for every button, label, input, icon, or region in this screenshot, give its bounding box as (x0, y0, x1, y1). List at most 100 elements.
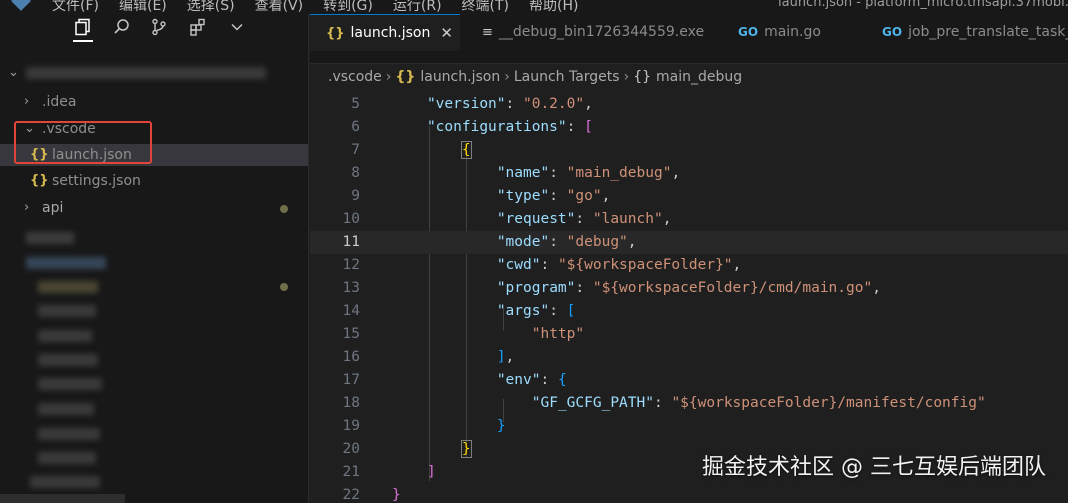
code-line[interactable]: 15 "http" (310, 323, 1068, 346)
code-text: } (460, 440, 472, 458)
modified-dot-icon (280, 205, 288, 213)
line-number: 8 (351, 165, 360, 181)
line-number: 7 (351, 142, 360, 158)
line-number: 15 (342, 326, 360, 342)
line-number: 13 (342, 280, 360, 296)
go-file-icon: GO (882, 25, 903, 39)
tab-main-go[interactable]: GO main.go (722, 14, 862, 50)
line-number: 5 (351, 96, 360, 112)
tree-item-settings-json[interactable]: {} settings.json (0, 170, 308, 192)
redacted-tree-item (38, 305, 96, 317)
code-text: "program": "${workspaceFolder}/cmd/main.… (496, 280, 881, 296)
code-text: "type": "go", (496, 188, 611, 204)
redacted-tree-item (38, 354, 98, 366)
line-number: 11 (342, 234, 360, 250)
redacted-tree-item (26, 232, 74, 244)
breadcrumb-symbol[interactable]: main_debug (656, 69, 742, 85)
tree-root-folder[interactable]: ⌄ (0, 62, 308, 84)
redacted-tree-item (38, 330, 92, 342)
breadcrumb-section[interactable]: Launch Targets (514, 69, 620, 85)
line-number: 17 (342, 372, 360, 388)
code-line[interactable]: 10 "request": "launch", (310, 208, 1068, 231)
menu-edit[interactable]: 编辑(E) (119, 0, 167, 14)
tab-job-pre-translate[interactable]: GO job_pre_translate_task_t (866, 14, 1068, 50)
code-line[interactable]: 16 ], (310, 346, 1068, 369)
code-line[interactable]: 9 "type": "go", (310, 185, 1068, 208)
menu-selection[interactable]: 选择(S) (187, 0, 235, 14)
tab-launch-json[interactable]: {} launch.json ✕ (310, 14, 460, 51)
line-number: 14 (342, 303, 360, 319)
line-number: 16 (342, 349, 360, 365)
sidebar-scrollbar[interactable] (0, 494, 125, 503)
close-icon[interactable]: ✕ (440, 24, 453, 42)
line-number: 21 (342, 464, 360, 480)
code-editor[interactable]: 5 "version": "0.2.0", 6 "configurations":… (310, 90, 1068, 503)
redacted-tree-item (38, 428, 100, 440)
files-icon[interactable] (71, 14, 95, 42)
search-icon[interactable] (110, 14, 134, 40)
json-file-icon: {} (326, 25, 345, 41)
code-line[interactable]: 12 "cwd": "${workspaceFolder}", (310, 254, 1068, 277)
code-line[interactable]: 17 "env": { (310, 369, 1068, 392)
source-control-icon[interactable] (147, 14, 171, 40)
code-line[interactable]: 8 "name": "main_debug", (310, 162, 1068, 185)
line-number: 9 (351, 188, 360, 204)
tab-debug-bin[interactable]: ≡ __debug_bin1726344559.exe (468, 14, 718, 50)
extensions-icon[interactable] (186, 14, 210, 40)
menu-terminal[interactable]: 终端(T) (462, 0, 509, 14)
code-line[interactable]: 19 } (310, 415, 1068, 438)
redacted-tree-item (38, 378, 102, 390)
code-text: ], (496, 349, 515, 365)
code-text: "args": [ (496, 303, 576, 319)
annotation-highlight-box (14, 121, 152, 164)
file-icon: ≡ (482, 24, 493, 40)
line-number: 6 (351, 119, 360, 135)
code-line[interactable]: 18 "GF_GCFG_PATH": "${workspaceFolder}/m… (310, 392, 1068, 415)
sidebar-toolbar (0, 14, 309, 44)
code-line[interactable]: 5 "version": "0.2.0", (310, 93, 1068, 116)
code-line[interactable]: 13 "program": "${workspaceFolder}/cmd/ma… (310, 277, 1068, 300)
menu-file[interactable]: 文件(F) (52, 0, 99, 14)
code-text: "cwd": "${workspaceFolder}", (496, 257, 742, 273)
line-number: 22 (342, 487, 360, 503)
code-text: } (392, 487, 401, 503)
vscode-logo-icon (11, 0, 31, 11)
breadcrumb-file[interactable]: launch.json (420, 69, 500, 85)
redacted-tree-item (30, 476, 100, 488)
watermark: 掘金技术社区 @ 三七互娱后端团队 (702, 455, 1046, 480)
code-text: "version": "0.2.0", (426, 96, 593, 112)
chevron-down-icon[interactable] (225, 14, 249, 40)
code-text: "name": "main_debug", (496, 165, 681, 181)
line-number: 18 (342, 395, 360, 411)
code-line[interactable]: 11 "mode": "debug", (310, 231, 1068, 254)
chevron-down-icon: ⌄ (8, 65, 19, 80)
json-file-icon: {} (395, 69, 416, 85)
line-number: 19 (342, 418, 360, 434)
menu-items: 文件(F) 编辑(E) 选择(S) 查看(V) 转到(G) 运行(R) 终端(T… (52, 0, 578, 14)
line-number: 10 (342, 211, 360, 227)
code-text: "http" (531, 326, 585, 342)
menu-view[interactable]: 查看(V) (255, 0, 304, 14)
code-text: "request": "launch", (496, 211, 672, 227)
tree-item-redacted[interactable] (0, 275, 308, 297)
chevron-right-icon: › (24, 94, 30, 109)
redacted-tree-item (38, 452, 96, 464)
code-line[interactable]: 6 "configurations": [ (310, 116, 1068, 139)
tree-item-idea[interactable]: › .idea (0, 91, 308, 113)
code-text: ] (426, 464, 436, 480)
code-line[interactable]: 7 { (310, 139, 1068, 162)
line-number: 12 (342, 257, 360, 273)
tree-item-api[interactable]: › api (0, 197, 308, 219)
chevron-right-icon: › (623, 69, 630, 85)
code-text: "GF_GCFG_PATH": "${workspaceFolder}/mani… (531, 395, 986, 411)
code-text: "configurations": [ (426, 119, 593, 135)
breadcrumb-folder[interactable]: .vscode (328, 69, 382, 85)
menu-run[interactable]: 运行(R) (393, 0, 442, 14)
code-line[interactable]: 22} (310, 484, 1068, 503)
breadcrumb: .vscode › {} launch.json › Launch Target… (328, 66, 742, 88)
code-line[interactable]: 14 "args": [ (310, 300, 1068, 323)
menu-go[interactable]: 转到(G) (323, 0, 373, 14)
chevron-right-icon: › (385, 69, 392, 85)
menu-help[interactable]: 帮助(H) (529, 0, 578, 14)
redacted-root-name (26, 67, 266, 79)
